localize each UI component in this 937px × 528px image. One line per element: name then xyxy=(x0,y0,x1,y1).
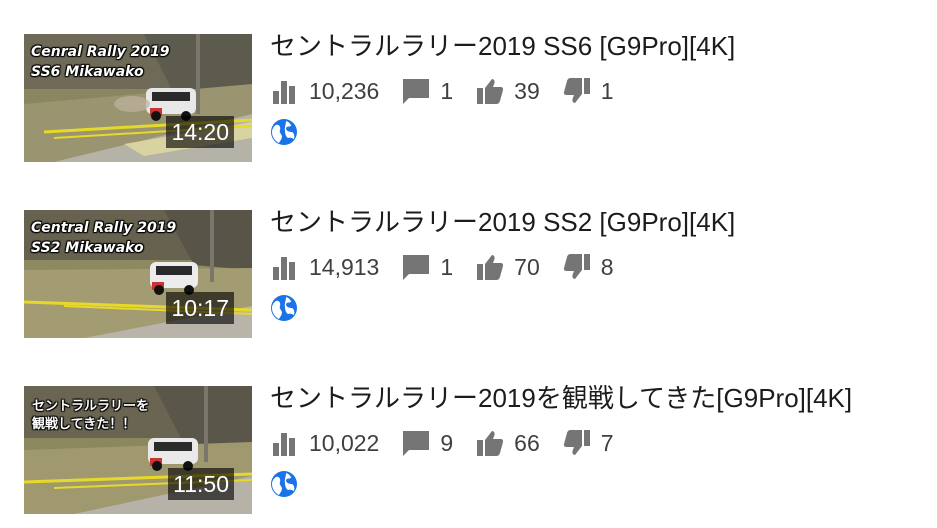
video-item[interactable]: Cenral Rally 2019 SS6 Mikawako 14:20 セント… xyxy=(24,31,924,162)
bar-chart-icon xyxy=(270,76,300,106)
video-duration: 10:17 xyxy=(166,292,234,324)
like-count: 39 xyxy=(514,77,540,104)
video-stats: 10,022 9 66 7 xyxy=(270,428,614,458)
video-thumbnail[interactable]: セントラルラリーを 観戦してきた！！ 11:50 xyxy=(24,386,252,514)
thumbnail-caption: Central Rally 2019 SS2 Mikawako xyxy=(31,220,177,256)
comment-count: 1 xyxy=(440,253,454,280)
thumbs-down-icon xyxy=(562,252,592,282)
video-title[interactable]: セントラルラリー2019を観戦してきた[G9Pro][4K] xyxy=(270,380,852,416)
globe-icon xyxy=(270,294,298,322)
video-duration: 11:50 xyxy=(168,468,234,500)
video-title[interactable]: セントラルラリー2019 SS6 [G9Pro][4K] xyxy=(270,28,735,64)
video-thumbnail[interactable]: Cenral Rally 2019 SS6 Mikawako 14:20 xyxy=(24,34,252,162)
globe-icon xyxy=(270,118,298,146)
comment-icon xyxy=(401,76,431,106)
view-count: 10,236 xyxy=(309,77,380,104)
view-count: 10,022 xyxy=(309,429,380,456)
video-stats: 14,913 1 70 8 xyxy=(270,252,614,282)
dislike-count: 1 xyxy=(600,77,614,104)
thumbs-up-icon xyxy=(475,252,505,282)
comment-count: 1 xyxy=(440,77,454,104)
comment-count: 9 xyxy=(440,429,454,456)
like-count: 66 xyxy=(514,429,540,456)
thumbs-down-icon xyxy=(562,76,592,106)
view-count: 14,913 xyxy=(309,253,380,280)
thumbnail-caption: セントラルラリーを 観戦してきた！！ xyxy=(32,399,150,432)
thumbnail-caption: Cenral Rally 2019 SS6 Mikawako xyxy=(31,44,170,80)
thumbs-down-icon xyxy=(562,428,592,458)
video-duration: 14:20 xyxy=(166,116,234,148)
like-count: 70 xyxy=(514,253,540,280)
thumbs-up-icon xyxy=(475,428,505,458)
video-stats: 10,236 1 39 1 xyxy=(270,76,614,106)
dislike-count: 8 xyxy=(600,253,614,280)
video-thumbnail[interactable]: Central Rally 2019 SS2 Mikawako 10:17 xyxy=(24,210,252,338)
video-title[interactable]: セントラルラリー2019 SS2 [G9Pro][4K] xyxy=(270,204,735,240)
bar-chart-icon xyxy=(270,252,300,282)
dislike-count: 7 xyxy=(600,429,614,456)
video-item[interactable]: Central Rally 2019 SS2 Mikawako 10:17 セン… xyxy=(24,207,924,338)
comment-icon xyxy=(401,252,431,282)
bar-chart-icon xyxy=(270,428,300,458)
video-item[interactable]: セントラルラリーを 観戦してきた！！ 11:50 セントラルラリー2019を観戦… xyxy=(24,383,924,514)
globe-icon xyxy=(270,470,298,498)
comment-icon xyxy=(401,428,431,458)
thumbs-up-icon xyxy=(475,76,505,106)
